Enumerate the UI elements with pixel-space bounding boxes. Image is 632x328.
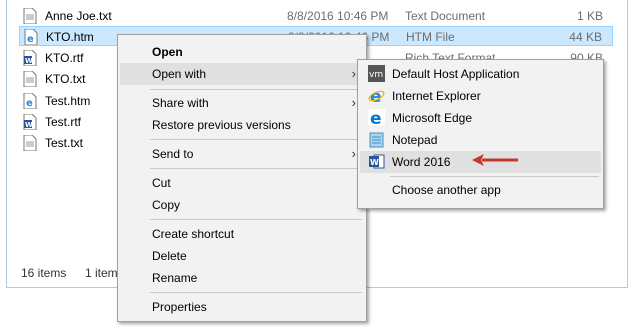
menu-item-share-with[interactable]: Share with ›: [120, 92, 364, 114]
submenu-item-choose-another-app[interactable]: Choose another app: [360, 179, 601, 201]
file-name: Test.htm: [45, 94, 91, 108]
text-file-icon: [23, 71, 37, 87]
menu-item-rename[interactable]: Rename: [120, 267, 364, 289]
notepad-icon: [369, 132, 384, 148]
html-file-icon: e: [24, 29, 38, 45]
menu-item-label: Create shortcut: [152, 227, 235, 241]
file-name: Test.txt: [45, 136, 84, 150]
file-name: KTO.rtf: [45, 51, 84, 65]
menu-item-open-with[interactable]: Open with ›: [120, 63, 364, 85]
menu-item-label: Properties: [152, 300, 207, 314]
menu-separator: [150, 292, 362, 293]
chevron-right-icon: ›: [351, 66, 356, 81]
submenu-item-label: Microsoft Edge: [392, 111, 473, 125]
menu-separator: [150, 139, 362, 140]
menu-item-send-to[interactable]: Send to ›: [120, 143, 364, 165]
menu-item-restore-previous-versions[interactable]: Restore previous versions: [120, 114, 364, 136]
status-item-count: 16 items: [21, 266, 67, 280]
svg-text:W: W: [370, 158, 379, 167]
svg-text:e: e: [26, 98, 33, 109]
menu-item-label: Restore previous versions: [152, 118, 291, 132]
word-file-icon: W: [23, 50, 37, 66]
svg-text:W: W: [25, 57, 33, 65]
svg-text:e: e: [27, 34, 34, 45]
chevron-right-icon: ›: [351, 95, 356, 110]
submenu-item-internet-explorer[interactable]: e Internet Explorer: [360, 85, 601, 107]
html-file-icon: e: [23, 93, 37, 109]
annotation-arrow-icon: [472, 154, 518, 166]
submenu-item-notepad[interactable]: Notepad: [360, 129, 601, 151]
menu-item-delete[interactable]: Delete: [120, 245, 364, 267]
file-name: Test.rtf: [45, 115, 82, 129]
open-with-submenu: vm Default Host Application e Internet E…: [357, 59, 604, 209]
file-name: KTO.txt: [45, 72, 86, 86]
submenu-item-label: Notepad: [392, 133, 438, 147]
edge-icon: e: [368, 109, 385, 126]
menu-item-label: Open: [152, 45, 183, 59]
menu-item-label: Open with: [152, 67, 207, 81]
file-size: 44 KB: [569, 30, 602, 44]
submenu-item-label: Internet Explorer: [392, 89, 481, 103]
chevron-right-icon: ›: [351, 146, 356, 161]
submenu-item-label: Choose another app: [392, 183, 501, 197]
file-name: KTO.htm: [46, 30, 94, 44]
menu-separator: [150, 168, 362, 169]
menu-item-label: Send to: [152, 147, 194, 161]
text-file-icon: [23, 8, 37, 24]
menu-item-label: Rename: [152, 271, 198, 285]
menu-separator: [150, 219, 362, 220]
menu-separator: [150, 89, 362, 90]
word-file-icon: W: [23, 114, 37, 130]
menu-item-label: Copy: [152, 198, 181, 212]
svg-text:vm: vm: [369, 70, 383, 80]
submenu-item-label: Default Host Application: [392, 67, 520, 81]
svg-text:W: W: [25, 121, 33, 129]
file-row-anne-joe-txt[interactable]: Anne Joe.txt 8/8/2016 10:46 PM Text Docu…: [19, 6, 613, 26]
word-icon: W: [369, 154, 385, 169]
submenu-item-microsoft-edge[interactable]: e Microsoft Edge: [360, 107, 601, 129]
vm-icon: vm: [368, 65, 385, 82]
menu-item-label: Share with: [152, 96, 209, 110]
menu-separator: [390, 176, 599, 177]
menu-item-label: Cut: [152, 176, 171, 190]
file-type: Text Document: [405, 9, 486, 23]
svg-text:e: e: [370, 109, 382, 126]
context-menu: Open Open with › Share with › Restore pr…: [117, 34, 367, 322]
status-selected-count: 1 item: [85, 266, 118, 280]
menu-item-properties[interactable]: Properties: [120, 296, 364, 318]
menu-item-label: Delete: [152, 249, 187, 263]
text-file-icon: [23, 135, 37, 151]
menu-item-cut[interactable]: Cut: [120, 172, 364, 194]
menu-item-create-shortcut[interactable]: Create shortcut: [120, 223, 364, 245]
menu-item-copy[interactable]: Copy: [120, 194, 364, 216]
internet-explorer-icon: e: [368, 87, 385, 104]
file-type: HTM File: [406, 30, 455, 44]
submenu-item-label: Word 2016: [392, 155, 451, 169]
menu-item-open[interactable]: Open: [120, 41, 364, 63]
file-name: Anne Joe.txt: [45, 9, 112, 23]
submenu-item-default-host-application[interactable]: vm Default Host Application: [360, 63, 601, 85]
file-size: 1 KB: [576, 9, 603, 23]
file-date: 8/8/2016 10:46 PM: [287, 9, 389, 23]
